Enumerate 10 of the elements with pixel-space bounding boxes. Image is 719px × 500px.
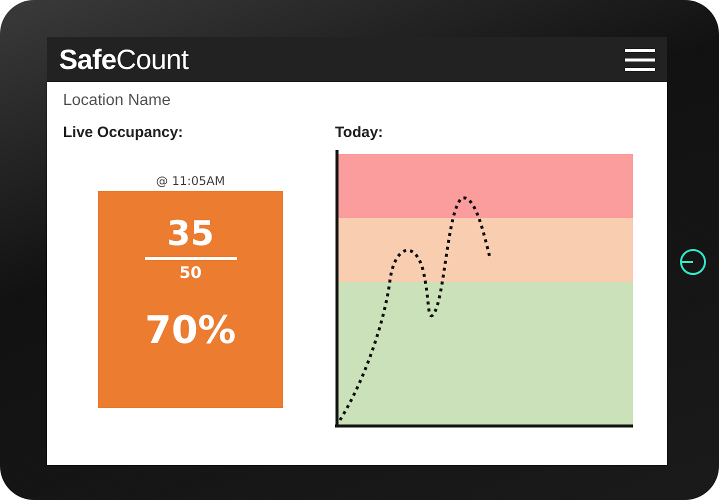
update-time: @ 11:05AM (155, 174, 226, 188)
current-count: 35 (166, 217, 214, 251)
occupancy-percent: 70% (145, 308, 236, 352)
location-name: Location Name (63, 92, 172, 110)
occupancy-heading: Live Occupancy: (63, 124, 184, 141)
today-heading: Today: (335, 124, 384, 141)
power-icon[interactable] (678, 247, 708, 277)
app-logo: SafeCount (59, 44, 188, 76)
menu-icon[interactable] (625, 48, 655, 70)
capacity: 50 (179, 263, 202, 282)
